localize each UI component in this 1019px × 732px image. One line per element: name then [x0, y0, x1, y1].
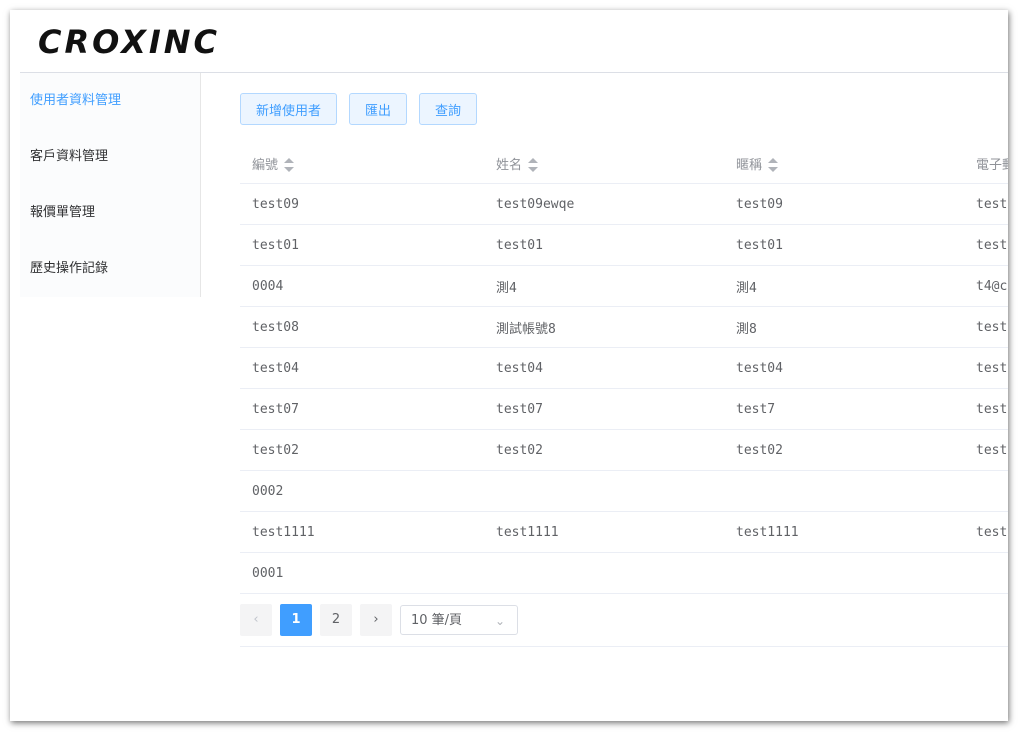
- cell-email: test: [964, 388, 1008, 430]
- column-header-nickname[interactable]: 暱稱: [724, 143, 964, 184]
- column-header-label: 編號: [252, 157, 279, 173]
- app-window: CROXINC 使用者資料管理 客戶資料管理 報價單管理 歷史操作記錄 新增使用…: [10, 10, 1008, 721]
- cell-nickname: 測8: [724, 306, 964, 348]
- cell-name: test04: [484, 347, 724, 389]
- cell-email: t4@c: [964, 265, 1008, 307]
- table-row[interactable]: test07 test07 test7 test: [240, 388, 1008, 430]
- cell-nickname: test04: [724, 347, 964, 389]
- cell-name: test09ewqe: [484, 183, 724, 225]
- table-row[interactable]: 0001: [240, 552, 1008, 594]
- sidebar-item-user-management[interactable]: 使用者資料管理: [20, 73, 200, 129]
- cell-name: [484, 470, 724, 512]
- cell-email: test: [964, 429, 1008, 471]
- next-page-button[interactable]: ›: [360, 604, 392, 636]
- page-button-2[interactable]: 2: [320, 604, 352, 636]
- table-header-row: 編號 姓名 暱稱 電子郵: [240, 143, 1008, 184]
- cell-nickname: test01: [724, 224, 964, 266]
- cell-nickname: [724, 552, 964, 594]
- cell-id: test01: [240, 224, 484, 266]
- cell-id: test02: [240, 429, 484, 471]
- sidebar: 使用者資料管理 客戶資料管理 報價單管理 歷史操作記錄: [20, 73, 201, 297]
- cell-name: test07: [484, 388, 724, 430]
- table-row[interactable]: test04 test04 test04 test: [240, 347, 1008, 389]
- logo: CROXINC: [38, 23, 221, 61]
- table-row[interactable]: test02 test02 test02 test: [240, 429, 1008, 471]
- cell-email: test: [964, 347, 1008, 389]
- column-header-id[interactable]: 編號: [240, 143, 484, 184]
- column-header-label: 暱稱: [736, 157, 763, 173]
- cell-email: test: [964, 306, 1008, 348]
- prev-page-button[interactable]: ‹: [240, 604, 272, 636]
- cell-name: test02: [484, 429, 724, 471]
- column-header-label: 電子郵: [976, 157, 1008, 173]
- cell-nickname: test02: [724, 429, 964, 471]
- column-header-label: 姓名: [496, 157, 523, 173]
- cell-id: test07: [240, 388, 484, 430]
- user-table: 編號 姓名 暱稱 電子郵 test09test09ewqetest09test …: [240, 143, 1008, 594]
- sort-icon[interactable]: [284, 158, 295, 172]
- column-header-name[interactable]: 姓名: [484, 143, 724, 184]
- query-button[interactable]: 查詢: [419, 93, 478, 125]
- toolbar: 新增使用者 匯出 查詢: [240, 93, 1008, 125]
- cell-id: test04: [240, 347, 484, 389]
- cell-nickname: 測4: [724, 265, 964, 307]
- pagination: ‹ 1 2 › 10 筆/頁 ⌄: [240, 604, 1008, 647]
- add-user-button[interactable]: 新增使用者: [240, 93, 338, 125]
- cell-email: test: [964, 183, 1008, 225]
- cell-id: test08: [240, 306, 484, 348]
- table-row[interactable]: test08 測試帳號8 測8 test: [240, 306, 1008, 348]
- sort-icon[interactable]: [768, 158, 779, 172]
- cell-name: test1111: [484, 511, 724, 553]
- cell-email: [964, 552, 1008, 594]
- cell-name: 測4: [484, 265, 724, 307]
- table-row[interactable]: test01 test01 test01 test: [240, 224, 1008, 266]
- cell-name: test01: [484, 224, 724, 266]
- table-row[interactable]: test09 test09ewqe test09 test: [240, 183, 1008, 225]
- cell-email: [964, 470, 1008, 512]
- chevron-down-icon: ⌄: [494, 614, 505, 628]
- cell-name: 測試帳號8: [484, 306, 724, 348]
- sidebar-item-history-log[interactable]: 歷史操作記錄: [20, 241, 200, 297]
- cell-nickname: test1111: [724, 511, 964, 553]
- main-content: 新增使用者 匯出 查詢 編號 姓名 暱稱 電子郵 test09test09ewq…: [240, 93, 1008, 647]
- cell-id: 0004: [240, 265, 484, 307]
- cell-id: test09: [240, 183, 484, 225]
- table-row[interactable]: test1111 test1111 test1111 test: [240, 511, 1008, 553]
- cell-nickname: test09: [724, 183, 964, 225]
- cell-name: [484, 552, 724, 594]
- page-size-select[interactable]: 10 筆/頁 ⌄: [400, 605, 518, 635]
- column-header-email[interactable]: 電子郵: [964, 143, 1008, 184]
- sort-icon[interactable]: [528, 158, 539, 172]
- cell-nickname: test7: [724, 388, 964, 430]
- table-row[interactable]: 0002: [240, 470, 1008, 512]
- sidebar-item-customer-management[interactable]: 客戶資料管理: [20, 129, 200, 185]
- page-size-value: 10 筆/頁: [411, 613, 463, 628]
- table-row[interactable]: 0004 測4 測4 t4@c: [240, 265, 1008, 307]
- cell-email: test: [964, 224, 1008, 266]
- cell-id: test1111: [240, 511, 484, 553]
- page-button-1[interactable]: 1: [280, 604, 312, 636]
- cell-id: 0001: [240, 552, 484, 594]
- cell-email: test: [964, 511, 1008, 553]
- cell-nickname: [724, 470, 964, 512]
- export-button[interactable]: 匯出: [349, 93, 408, 125]
- sidebar-item-quotation-management[interactable]: 報價單管理: [20, 185, 200, 241]
- cell-id: 0002: [240, 470, 484, 512]
